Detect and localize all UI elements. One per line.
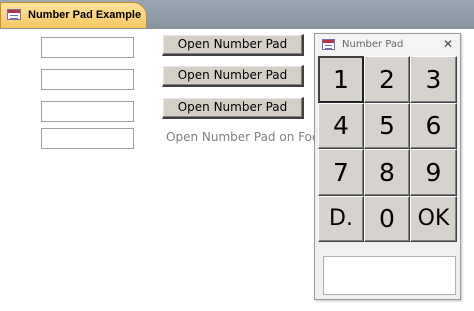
number-pad-title: Number Pad xyxy=(342,39,404,50)
number-pad-display[interactable] xyxy=(323,256,456,295)
form-icon xyxy=(7,9,21,20)
key-ok[interactable]: OK xyxy=(410,195,457,242)
key-decimal[interactable]: D. xyxy=(318,195,364,242)
open-on-focus-label: Open Number Pad on Focus xyxy=(166,130,333,144)
open-number-pad-button-1[interactable]: Open Number Pad xyxy=(162,34,304,56)
key-7[interactable]: 7 xyxy=(318,149,364,196)
key-1[interactable]: 1 xyxy=(318,56,364,103)
key-8[interactable]: 8 xyxy=(364,149,410,196)
number-pad-window: Number Pad ✕ 1 2 3 4 5 6 7 8 9 D. 0 OK xyxy=(314,33,461,300)
document-tab-number-pad-example[interactable]: Number Pad Example xyxy=(0,2,147,28)
key-3[interactable]: 3 xyxy=(410,56,457,103)
number-input-1[interactable] xyxy=(41,37,134,58)
document-tab-label: Number Pad Example xyxy=(28,9,142,21)
number-pad-keys: 1 2 3 4 5 6 7 8 9 D. 0 OK xyxy=(318,56,457,242)
key-4[interactable]: 4 xyxy=(318,102,364,149)
open-number-pad-button-2[interactable]: Open Number Pad xyxy=(162,65,304,87)
key-5[interactable]: 5 xyxy=(364,102,410,149)
key-9[interactable]: 9 xyxy=(410,149,457,196)
key-6[interactable]: 6 xyxy=(410,102,457,149)
document-tab-bar: Number Pad Example xyxy=(0,0,474,29)
number-input-2[interactable] xyxy=(41,69,134,90)
number-pad-titlebar[interactable]: Number Pad ✕ xyxy=(315,34,460,55)
form-icon xyxy=(322,39,335,50)
number-input-3[interactable] xyxy=(41,101,134,122)
open-number-pad-button-3[interactable]: Open Number Pad xyxy=(162,97,304,119)
key-2[interactable]: 2 xyxy=(364,56,410,103)
close-icon[interactable]: ✕ xyxy=(440,36,456,52)
number-input-4[interactable] xyxy=(41,128,134,149)
key-0[interactable]: 0 xyxy=(364,195,410,242)
